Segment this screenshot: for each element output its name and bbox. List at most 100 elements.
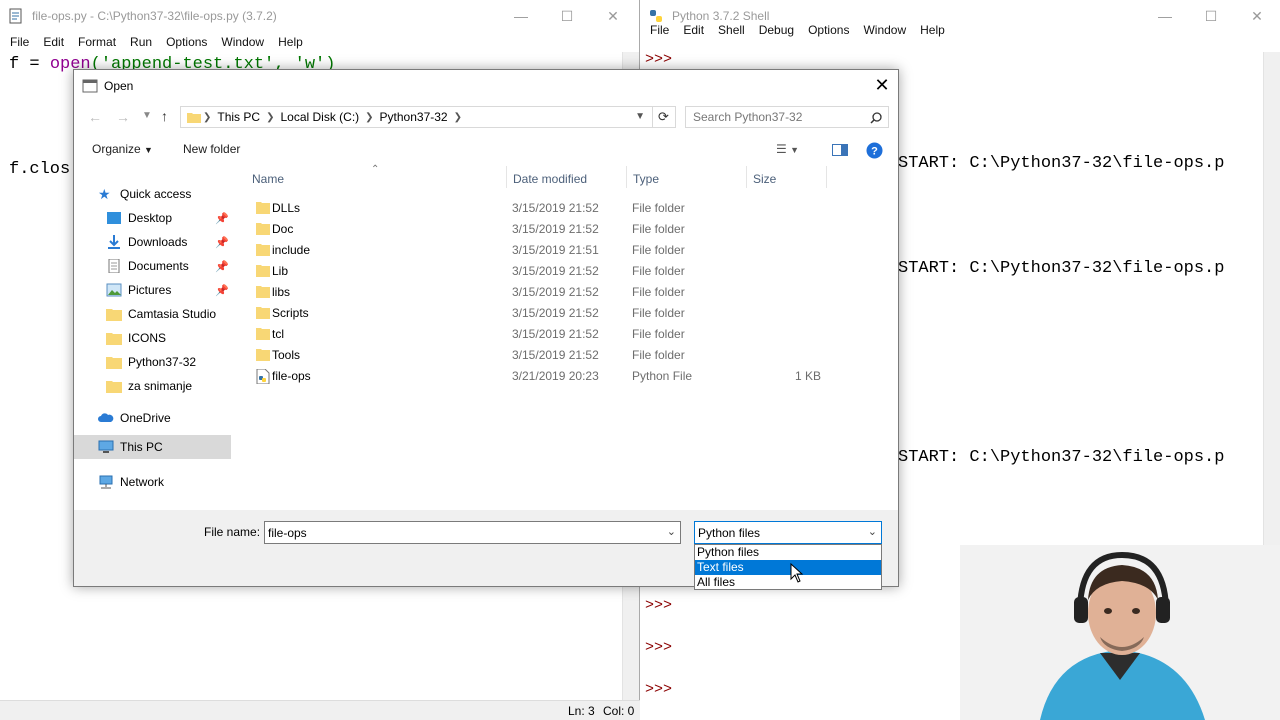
cloud-icon: [98, 413, 114, 422]
address-bar[interactable]: ❯ This PC ❯ Local Disk (C:) ❯ Python37-3…: [180, 106, 676, 128]
minimize-icon[interactable]: —: [1142, 0, 1188, 32]
pictures-icon: [106, 283, 122, 297]
menu-options[interactable]: Options: [801, 23, 856, 37]
view-options-icon[interactable]: ☰ ▼: [776, 142, 799, 156]
menu-file[interactable]: File: [3, 35, 36, 49]
search-box[interactable]: Search Python37-32: [685, 106, 889, 128]
maximize-icon[interactable]: ☐: [1188, 0, 1234, 32]
file-row[interactable]: DLLs 3/15/2019 21:52 File folder: [256, 198, 826, 219]
forward-arrow-icon[interactable]: →: [116, 109, 130, 125]
address-dropdown-icon[interactable]: ▼: [635, 111, 645, 122]
file-row[interactable]: Scripts 3/15/2019 21:52 File folder: [256, 303, 826, 324]
menu-options[interactable]: Options: [159, 35, 214, 49]
new-folder-button[interactable]: New folder: [183, 142, 240, 156]
breadcrumb-python37[interactable]: Python37-32: [376, 110, 452, 124]
menu-edit[interactable]: Edit: [36, 35, 71, 49]
presenter-figure: [960, 545, 1280, 720]
up-arrow-icon[interactable]: ↑: [161, 108, 168, 124]
column-header-size[interactable]: Size: [753, 172, 776, 186]
nav-label: Documents: [128, 259, 189, 273]
code-line-3[interactable]: f.clos: [9, 160, 70, 179]
refresh-icon[interactable]: ⟳: [652, 106, 674, 128]
menu-debug[interactable]: Debug: [752, 23, 801, 37]
menu-window[interactable]: Window: [856, 23, 913, 37]
file-name-value: file-ops: [268, 525, 307, 540]
nav-za-snimanje[interactable]: za snimanje: [106, 375, 192, 397]
file-row[interactable]: libs 3/15/2019 21:52 File folder: [256, 282, 826, 303]
shell-title: Python 3.7.2 Shell: [672, 9, 770, 23]
star-icon: ★: [98, 186, 111, 202]
close-icon[interactable]: ✕: [866, 70, 898, 101]
menu-edit[interactable]: Edit: [676, 23, 711, 37]
folder-icon: [256, 307, 270, 319]
file-name-input[interactable]: file-ops ⌄: [264, 521, 681, 544]
nav-camtasia[interactable]: Camtasia Studio: [106, 303, 216, 325]
folder-icon: [256, 286, 270, 298]
preview-pane-icon[interactable]: [832, 144, 848, 156]
organize-button[interactable]: Organize ▼: [92, 142, 153, 156]
search-placeholder: Search Python37-32: [693, 110, 803, 124]
close-icon[interactable]: ✕: [1234, 0, 1280, 32]
chevron-down-icon[interactable]: ⌄: [667, 525, 676, 538]
python-file-icon: [256, 369, 270, 384]
nav-onedrive[interactable]: OneDrive: [98, 407, 171, 429]
file-row[interactable]: Tools 3/15/2019 21:52 File folder: [256, 345, 826, 366]
restart-line: START: C:\Python37-32\file-ops.p: [898, 154, 1225, 173]
chevron-down-icon[interactable]: ⌄: [868, 525, 877, 538]
nav-pictures[interactable]: Pictures 📌: [106, 279, 229, 301]
file-name: tcl: [272, 327, 284, 341]
menu-format[interactable]: Format: [71, 35, 123, 49]
nav-documents[interactable]: Documents 📌: [106, 255, 229, 277]
minimize-icon[interactable]: —: [498, 0, 544, 32]
shell-prompt: >>>: [645, 51, 673, 68]
nav-this-pc[interactable]: This PC: [74, 435, 231, 459]
shell-prompt: >>>: [645, 597, 673, 614]
folder-icon: [106, 309, 122, 321]
help-icon[interactable]: ?: [866, 142, 883, 159]
column-header-type[interactable]: Type: [633, 172, 659, 186]
menu-help[interactable]: Help: [271, 35, 310, 49]
breadcrumb-this-pc[interactable]: This PC: [213, 110, 264, 124]
file-type-option-all[interactable]: All files: [695, 575, 881, 590]
editor-statusbar: Ln: 3 Col: 0: [0, 700, 640, 720]
nav-desktop[interactable]: Desktop 📌: [106, 207, 229, 229]
file-row[interactable]: tcl 3/15/2019 21:52 File folder: [256, 324, 826, 345]
organize-label: Organize: [92, 142, 141, 156]
code-text: f =: [9, 55, 50, 74]
file-row[interactable]: include 3/15/2019 21:51 File folder: [256, 240, 826, 261]
file-row[interactable]: Lib 3/15/2019 21:52 File folder: [256, 261, 826, 282]
file-type-value: Python files: [698, 525, 761, 540]
column-header-date[interactable]: Date modified: [513, 172, 587, 186]
menu-window[interactable]: Window: [214, 35, 271, 49]
menu-help[interactable]: Help: [913, 23, 952, 37]
computer-icon: [98, 440, 114, 453]
pin-icon: 📌: [215, 236, 229, 249]
menu-shell[interactable]: Shell: [711, 23, 752, 37]
menu-run[interactable]: Run: [123, 35, 159, 49]
file-row[interactable]: Doc 3/15/2019 21:52 File folder: [256, 219, 826, 240]
file-name: libs: [272, 285, 291, 299]
nav-quick-access[interactable]: ★ Quick access: [98, 183, 191, 205]
file-date: 3/15/2019 21:51: [512, 243, 599, 257]
folder-icon: [256, 223, 270, 235]
close-icon[interactable]: ✕: [590, 0, 636, 32]
nav-python37[interactable]: Python37-32: [106, 351, 196, 373]
menu-file[interactable]: File: [643, 23, 676, 37]
column-header-name[interactable]: Name: [252, 172, 284, 186]
python-file-icon: [9, 8, 22, 24]
maximize-icon[interactable]: ☐: [544, 0, 590, 32]
file-type-option-text[interactable]: Text files: [695, 560, 881, 575]
nav-label: OneDrive: [120, 411, 171, 425]
recent-chevron-icon[interactable]: ▼: [142, 110, 152, 121]
breadcrumb-local-disk[interactable]: Local Disk (C:): [276, 110, 363, 124]
file-type-option-python[interactable]: Python files: [695, 545, 881, 560]
nav-icons[interactable]: ICONS: [106, 327, 166, 349]
nav-network[interactable]: Network: [98, 471, 164, 493]
file-name: DLLs: [272, 201, 301, 215]
file-type: File folder: [632, 264, 685, 278]
folder-icon: [187, 113, 201, 123]
back-arrow-icon[interactable]: ←: [88, 109, 102, 125]
nav-downloads[interactable]: Downloads 📌: [106, 231, 229, 253]
file-row[interactable]: file-ops 3/21/2019 20:23 Python File 1 K…: [256, 366, 826, 387]
file-type-select[interactable]: Python files ⌄: [694, 521, 882, 544]
